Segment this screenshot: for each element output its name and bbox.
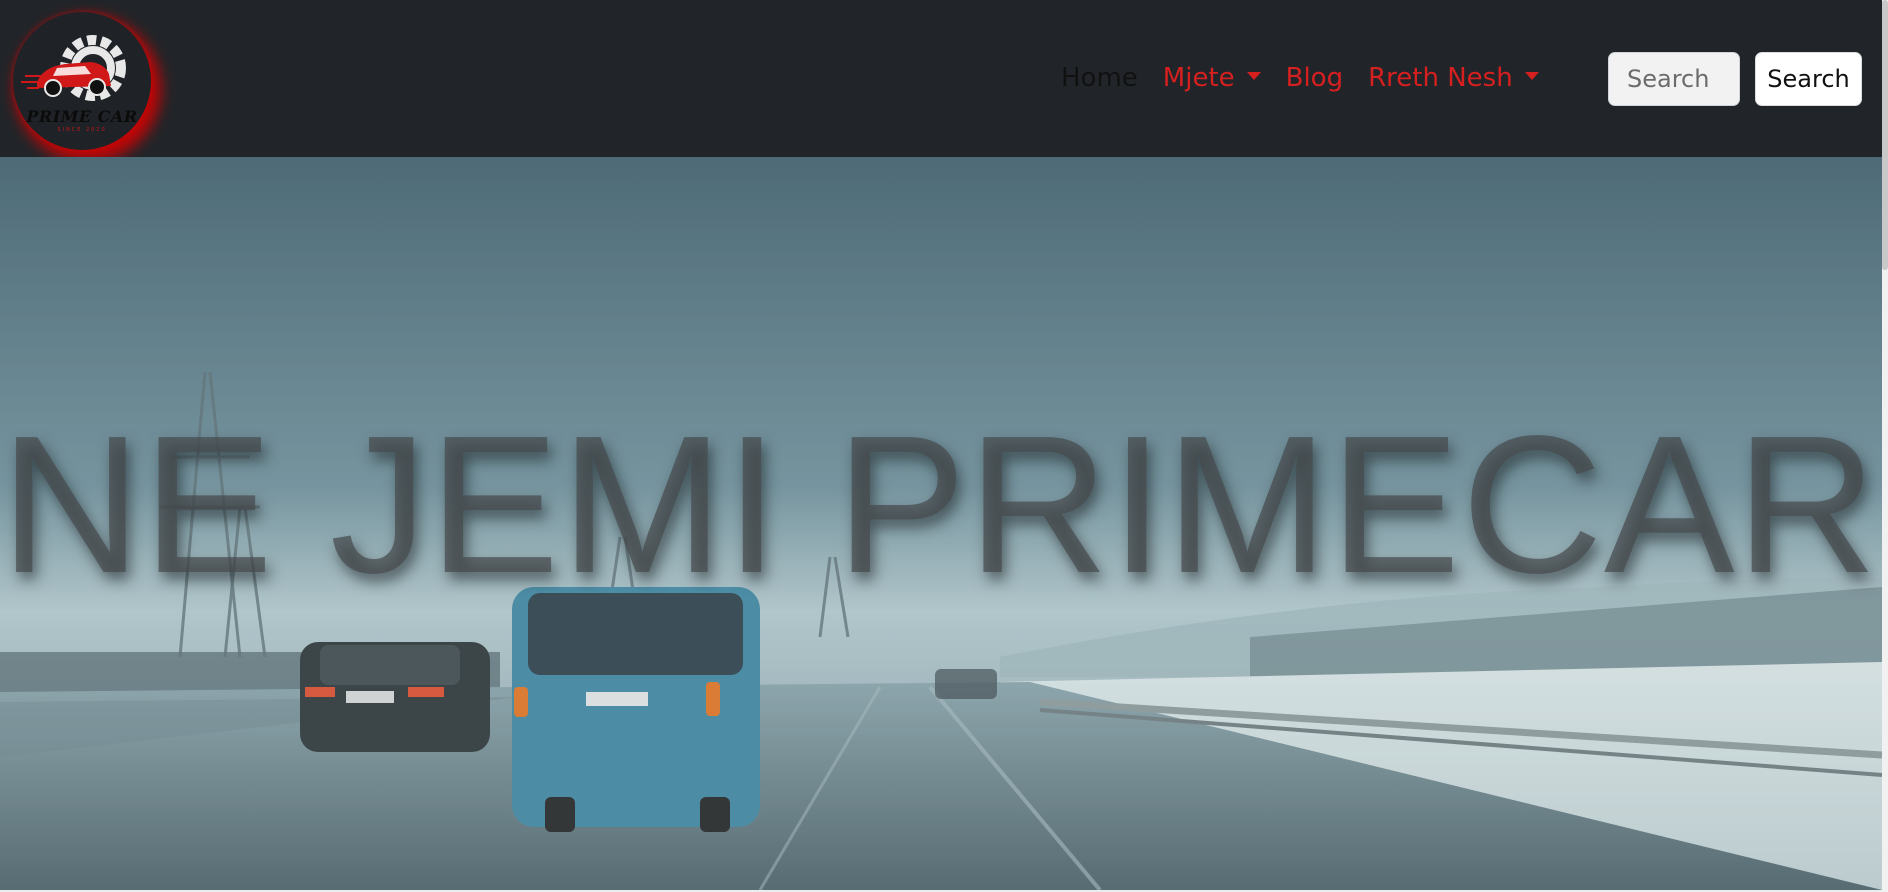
caret-down-icon: [1524, 71, 1539, 80]
caret-down-icon: [1246, 71, 1261, 80]
nav-home-link[interactable]: Home: [1061, 63, 1138, 93]
brand-tagline: SINCE 2020: [57, 127, 107, 133]
brand-logo[interactable]: PRIME CAR SINCE 2020: [13, 12, 151, 150]
search-button[interactable]: Search: [1755, 52, 1862, 106]
brand-name: PRIME CAR: [26, 107, 138, 126]
vertical-scrollbar[interactable]: [1882, 0, 1888, 892]
search-input[interactable]: [1608, 52, 1740, 106]
nav-blog-link[interactable]: Blog: [1286, 63, 1343, 93]
nav-about-label: Rreth Nesh: [1368, 63, 1513, 93]
hero-banner: NE JEMI PRIMECAR: [0, 157, 1882, 890]
top-navbar: PRIME CAR SINCE 2020 Home Mjete Blog Rre…: [0, 0, 1882, 157]
scrollbar-thumb[interactable]: [1882, 0, 1888, 270]
nav-tools-label: Mjete: [1162, 63, 1235, 93]
main-nav: Home Mjete Blog Rreth Nesh: [1061, 63, 1564, 93]
nav-tools-dropdown[interactable]: Mjete: [1163, 63, 1261, 93]
hero-title: NE JEMI PRIMECAR: [0, 395, 1879, 614]
nav-about-dropdown[interactable]: Rreth Nesh: [1368, 63, 1539, 93]
